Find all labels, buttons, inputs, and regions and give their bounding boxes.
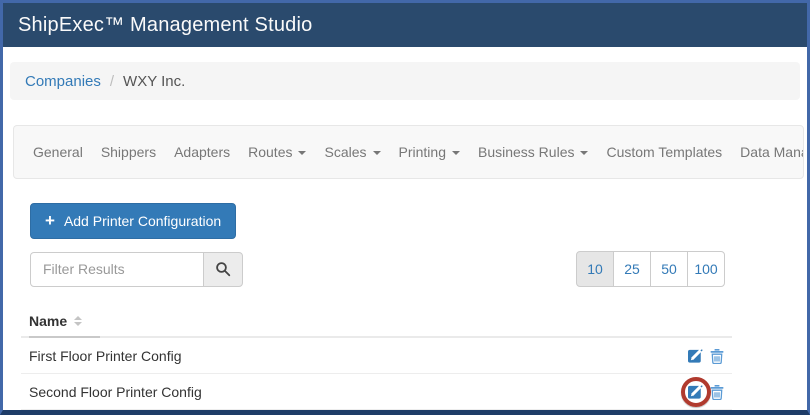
- tab-routes[interactable]: Routes: [239, 144, 315, 160]
- page-size-100[interactable]: 100: [687, 251, 725, 287]
- row-actions: [680, 376, 724, 407]
- page-size-group: 10 25 50 100: [576, 251, 725, 287]
- table-row: First Floor Printer Config: [21, 338, 732, 374]
- filter-toolbar: 10 25 50 100: [30, 251, 725, 287]
- row-actions: [688, 348, 724, 364]
- tab-adapters[interactable]: Adapters: [165, 144, 239, 160]
- chevron-down-icon: [580, 151, 589, 155]
- tab-label: Scales: [324, 144, 367, 160]
- tab-printing[interactable]: Printing: [390, 144, 469, 160]
- tab-label: Business Rules: [477, 144, 575, 160]
- tab-business-rules[interactable]: Business Rules: [469, 144, 598, 160]
- tab-general[interactable]: General: [24, 144, 92, 160]
- tab-label: Custom Templates: [606, 144, 723, 160]
- edit-icon: [688, 349, 703, 363]
- app-window: ShipExec™ Management Studio Companies / …: [0, 0, 810, 415]
- row-name: First Floor Printer Config: [29, 347, 182, 364]
- column-label: Name: [29, 313, 68, 329]
- edit-button[interactable]: [680, 376, 711, 407]
- add-button-label: Add Printer Configuration: [63, 213, 222, 229]
- page-size-25[interactable]: 25: [613, 251, 651, 287]
- tab-label: Adapters: [174, 144, 231, 160]
- breadcrumb-link-companies[interactable]: Companies: [25, 73, 101, 90]
- app-header: ShipExec™ Management Studio: [3, 3, 807, 47]
- tab-scales[interactable]: Scales: [315, 144, 389, 160]
- breadcrumb-current: WXY Inc.: [123, 72, 186, 90]
- plus-icon: +: [45, 210, 55, 230]
- printer-config-table: Name First Floor Printer Config Second F…: [21, 307, 732, 410]
- sort-icon: [74, 316, 83, 326]
- chevron-down-icon: [298, 151, 307, 155]
- delete-button[interactable]: [710, 384, 724, 400]
- main-content: Companies / WXY Inc. General Shippers Ad…: [3, 62, 807, 410]
- edit-icon: [688, 385, 703, 399]
- breadcrumb-separator: /: [109, 72, 115, 90]
- app-title: ShipExec™ Management Studio: [18, 13, 313, 36]
- page-size-50[interactable]: 50: [650, 251, 688, 287]
- tab-label: General: [33, 144, 83, 160]
- trash-icon: [710, 348, 724, 364]
- column-header-name[interactable]: Name: [29, 307, 101, 338]
- tab-label: Routes: [248, 144, 293, 160]
- chevron-down-icon: [372, 151, 381, 155]
- tab-data-management[interactable]: Data Management: [731, 144, 803, 160]
- page-size-10[interactable]: 10: [576, 251, 614, 287]
- delete-button[interactable]: [710, 348, 724, 364]
- chevron-down-icon: [451, 151, 460, 155]
- trash-icon: [710, 384, 724, 400]
- tab-label: Printing: [398, 144, 446, 160]
- edit-button[interactable]: [688, 348, 703, 363]
- tab-label: Shippers: [100, 144, 157, 160]
- nav-tabs: General Shippers Adapters Routes Scales …: [13, 125, 804, 179]
- add-printer-configuration-button[interactable]: + Add Printer Configuration: [30, 203, 237, 239]
- row-name: Second Floor Printer Config: [29, 383, 202, 400]
- search-button[interactable]: [203, 251, 243, 287]
- table-row: Second Floor Printer Config: [21, 374, 732, 410]
- breadcrumb: Companies / WXY Inc.: [10, 62, 800, 100]
- tab-custom-templates[interactable]: Custom Templates: [597, 144, 731, 160]
- table-header: Name: [21, 307, 732, 338]
- tab-label: Data Management: [740, 144, 803, 160]
- search-icon: [216, 262, 231, 277]
- tab-shippers[interactable]: Shippers: [92, 144, 165, 160]
- filter-results-input[interactable]: [30, 251, 204, 287]
